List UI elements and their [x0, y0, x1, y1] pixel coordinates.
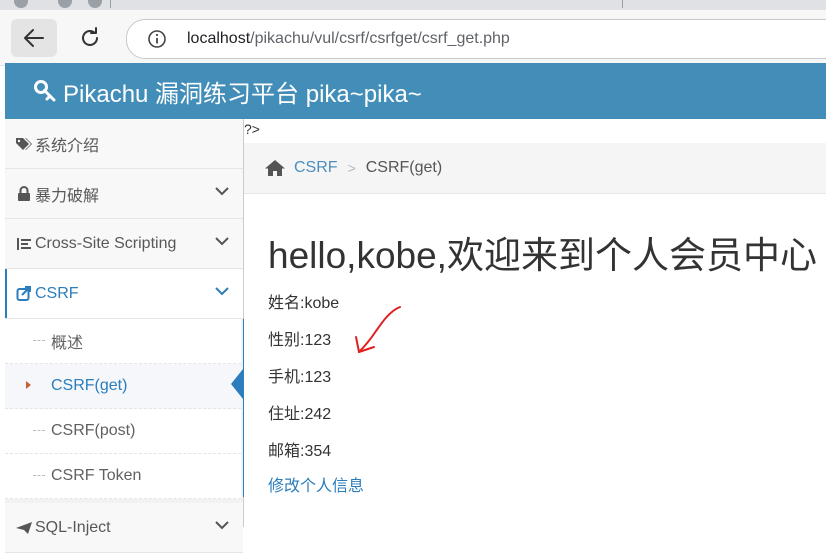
- info-phone: 手机:123: [268, 369, 332, 386]
- edit-profile-link[interactable]: 修改个人信息: [268, 472, 364, 496]
- breadcrumb: CSRF > CSRF(get): [244, 143, 826, 194]
- submenu-item-label: 概述: [51, 335, 84, 352]
- app-container: Pikachu 漏洞练习平台 pika~pika~ 系统介绍 暴力破解 Cros…: [5, 63, 826, 553]
- tab-favicon[interactable]: [58, 0, 72, 8]
- submenu-item-csrf-get[interactable]: CSRF(get): [5, 364, 241, 409]
- chevron-down-icon: [215, 187, 229, 196]
- breadcrumb-link-csrf[interactable]: CSRF: [294, 159, 338, 177]
- browser-tab-strip: [0, 0, 826, 10]
- browser-toolbar: localhost/pikachu/vul/csrf/csrfget/csrf_…: [0, 10, 826, 66]
- reload-icon: [82, 27, 98, 46]
- sidebar-item-label: SQL-Inject: [35, 518, 111, 536]
- info-icon[interactable]: [147, 29, 167, 49]
- app-title[interactable]: Pikachu 漏洞练习平台 pika~pika~: [63, 74, 422, 109]
- url-host: localhost: [187, 30, 251, 47]
- list-icon: [15, 236, 33, 252]
- sidebar-item-csrf[interactable]: CSRF: [5, 269, 243, 319]
- arrow-left-icon: [24, 29, 44, 47]
- stray-php-text: ?>: [244, 121, 260, 137]
- tree-dash: [33, 340, 45, 341]
- tags-icon: [15, 136, 33, 152]
- home-icon[interactable]: [264, 159, 286, 177]
- url-path: /pikachu/vul/csrf/csrfget/csrf_get.php: [250, 30, 510, 47]
- info-name: 姓名:kobe: [268, 295, 340, 312]
- sidebar-item-intro[interactable]: 系统介绍: [5, 119, 243, 169]
- sidebar-item-brute-force[interactable]: 暴力破解: [5, 169, 243, 219]
- breadcrumb-current: CSRF(get): [365, 159, 443, 176]
- share-icon: [15, 285, 33, 302]
- sidebar-item-sql-inject[interactable]: SQL-Inject: [5, 503, 243, 553]
- tree-dash: [33, 430, 45, 431]
- submenu-item-csrf-post[interactable]: CSRF(post): [5, 409, 241, 454]
- sidebar: 系统介绍 暴力破解 Cross-Site Scripting CSRF 概述 C…: [5, 119, 245, 553]
- tree-dash: [33, 475, 45, 476]
- active-indicator-arrow: [231, 369, 243, 399]
- tab-favicon[interactable]: [88, 0, 102, 8]
- sidebar-item-label: 暴力破解: [35, 187, 100, 205]
- tab-separator: [110, 0, 111, 8]
- tab-favicon[interactable]: [14, 0, 28, 8]
- sidebar-item-label: Cross-Site Scripting: [35, 234, 177, 252]
- main-content: ?> CSRF > CSRF(get) hello,kobe,欢迎来到个人会员中…: [244, 119, 826, 527]
- sidebar-item-label: CSRF: [35, 284, 79, 302]
- back-button[interactable]: [11, 19, 57, 57]
- address-bar[interactable]: localhost/pikachu/vul/csrf/csrfget/csrf_…: [126, 19, 826, 59]
- csrf-submenu: 概述 CSRF(get) CSRF(post) CSRF Token: [5, 319, 245, 499]
- submenu-item-overview[interactable]: 概述: [5, 319, 241, 364]
- tab-separator: [622, 0, 623, 8]
- submenu-item-csrf-token[interactable]: CSRF Token: [5, 454, 241, 499]
- breadcrumb-separator-icon: >: [347, 160, 356, 176]
- submenu-item-label: CSRF(get): [51, 377, 128, 394]
- chevron-down-icon: [215, 521, 229, 530]
- red-arrow-annotation: [355, 306, 401, 353]
- caret-right-icon: [26, 381, 31, 389]
- reload-button[interactable]: [67, 19, 113, 57]
- lock-icon: [15, 185, 33, 202]
- info-gender: 性别:123: [268, 332, 332, 349]
- plane-icon: [15, 520, 33, 536]
- sidebar-item-label: 系统介绍: [35, 137, 100, 155]
- url-text[interactable]: localhost/pikachu/vul/csrf/csrfget/csrf_…: [187, 30, 510, 48]
- welcome-heading: hello,kobe,欢迎来到个人会员中心: [268, 235, 817, 276]
- info-address: 住址:242: [268, 406, 332, 423]
- sidebar-item-xss[interactable]: Cross-Site Scripting: [5, 219, 243, 269]
- submenu-item-label: CSRF(post): [51, 422, 136, 439]
- key-icon: [33, 79, 57, 103]
- chevron-down-icon: [215, 237, 229, 246]
- app-header: Pikachu 漏洞练习平台 pika~pika~: [5, 63, 826, 119]
- chevron-down-icon: [215, 287, 229, 296]
- submenu-item-label: CSRF Token: [51, 467, 142, 484]
- info-email: 邮箱:354: [268, 443, 332, 460]
